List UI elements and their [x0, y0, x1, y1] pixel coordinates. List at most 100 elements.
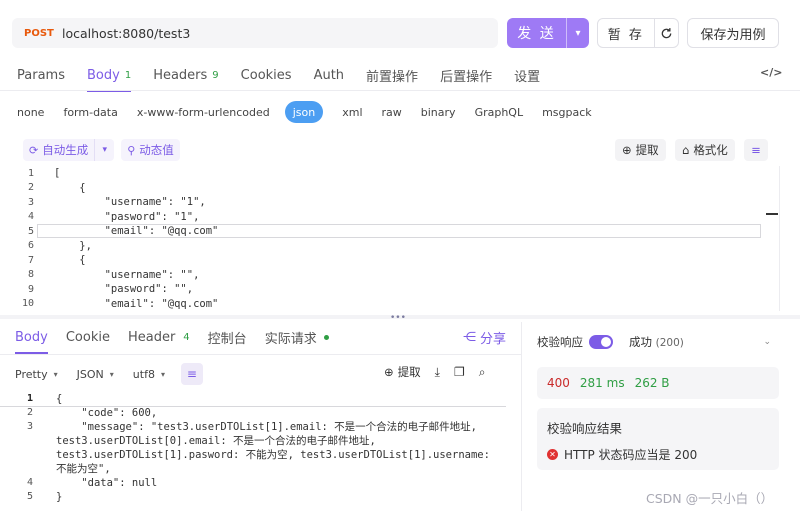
tab-headers[interactable]: Headers 9	[153, 60, 218, 90]
status-dot	[323, 334, 329, 340]
response-tabs: Body Cookie Header 4 控制台 实际请求	[0, 322, 332, 354]
body-type-form-data[interactable]: form-data	[63, 101, 117, 123]
editor-scrollbar[interactable]	[779, 166, 780, 311]
wrap-button[interactable]: ≡	[744, 139, 768, 161]
search-icon[interactable]: ⌕	[479, 365, 486, 380]
body-type-xml[interactable]: xml	[342, 101, 362, 123]
status-code: 400	[547, 376, 570, 390]
code-line-active: 5 "email": "@qq.com"	[0, 224, 780, 239]
code-line: 3 "username": "1",	[27, 196, 206, 209]
brush-icon: ⌂	[682, 143, 690, 157]
tab-body[interactable]: Body 1	[86, 60, 132, 92]
save-as-example-button[interactable]: 保存为用例	[687, 18, 779, 48]
code-line: 8 "username": "",	[27, 268, 200, 281]
extract-button[interactable]: ⊕ 提取	[384, 364, 421, 380]
tab-badge: 9	[212, 69, 219, 81]
code-line: 4 "pasword": "1",	[27, 210, 200, 223]
chevron-down-icon[interactable]: ▾	[94, 139, 115, 161]
code-line: 10 "email": "@qq.com"	[21, 297, 219, 310]
tab-auth[interactable]: Auth	[314, 60, 344, 90]
res-tab-cookie[interactable]: Cookie	[66, 322, 110, 352]
body-type-binary[interactable]: binary	[421, 101, 456, 123]
copy-icon[interactable]: ❐	[454, 365, 465, 379]
code-line: 9 "pasword": "",	[27, 283, 194, 296]
wrap-icon: ≡	[744, 139, 768, 161]
tab-settings[interactable]: 设置	[514, 60, 540, 90]
chevron-down-icon[interactable]: ▾	[566, 18, 589, 48]
extract-button[interactable]: ⊕ 提取	[615, 139, 666, 161]
body-type-graphql[interactable]: GraphQL	[475, 101, 524, 123]
send-button[interactable]: 发 送 ▾	[507, 18, 589, 48]
panel-splitter-vertical[interactable]	[521, 322, 522, 511]
code-line: 1[	[27, 167, 61, 180]
validation-result-item: ✕ HTTP 状态码应当是 200	[547, 446, 697, 463]
response-body-viewer[interactable]: 1{ 2 "code": 600, 3 "message": "test3.us…	[0, 392, 506, 511]
code-line: 7 {	[27, 254, 86, 267]
body-toolbar: ⟳ 自动生成 ▾ ⚲ 动态值	[23, 139, 180, 161]
tab-cookies[interactable]: Cookies	[241, 60, 292, 90]
validation-header: 校验响应 成功 (200) ⌄	[537, 332, 771, 352]
validation-status: 成功 (200)	[629, 335, 684, 349]
share-button[interactable]: ⋲ 分享	[463, 328, 506, 347]
divider	[0, 90, 800, 91]
tab-params[interactable]: Params	[17, 60, 65, 90]
format-select[interactable]: JSON ▾	[77, 368, 114, 381]
url-bar[interactable]: POST localhost:8080/test3	[12, 18, 498, 48]
tab-badge: 1	[124, 69, 132, 81]
download-icon[interactable]: ⤓	[435, 365, 440, 380]
auto-generate-button[interactable]: ⟳ 自动生成	[23, 139, 95, 161]
send-label[interactable]: 发 送	[507, 23, 566, 43]
chevron-down-icon[interactable]: ⌄	[763, 337, 771, 347]
view-mode-select[interactable]: Pretty ▾	[15, 368, 58, 381]
url-input[interactable]: localhost:8080/test3	[62, 26, 190, 41]
body-type-msgpack[interactable]: msgpack	[542, 101, 592, 123]
validation-result-title: 校验响应结果	[547, 421, 623, 436]
format-button[interactable]: ⌂ 格式化	[675, 139, 735, 161]
code-line: 6 },	[27, 239, 92, 252]
share-icon: ⋲	[463, 330, 476, 345]
validation-toggle[interactable]	[589, 335, 613, 349]
tab-pre-ops[interactable]: 前置操作	[366, 60, 418, 90]
chevron-down-icon: ▾	[109, 369, 114, 379]
scrollbar-thumb[interactable]	[766, 213, 778, 215]
res-tab-console[interactable]: 控制台	[208, 322, 247, 352]
drag-handle-icon[interactable]: •••	[390, 313, 406, 323]
request-body-editor[interactable]: 1[ 2 { 3 "username": "1", 4 "pasword": "…	[0, 166, 780, 311]
tab-badge: 4	[183, 331, 190, 343]
response-actions: ⊕ 提取 ⤓ ❐ ⌕	[384, 364, 485, 380]
body-type-raw[interactable]: raw	[382, 101, 402, 123]
validation-result-card: 校验响应结果 ✕ HTTP 状态码应当是 200	[537, 408, 779, 470]
body-type-selector: none form-data x-www-form-urlencoded jso…	[0, 101, 594, 123]
tab-post-ops[interactable]: 后置操作	[440, 60, 492, 90]
body-type-json[interactable]: json	[284, 101, 324, 123]
save-button[interactable]: 暂 存	[597, 18, 679, 48]
body-type-urlencoded[interactable]: x-www-form-urlencoded	[137, 101, 270, 123]
wrap-icon[interactable]: ≡	[180, 363, 203, 385]
code-line: 4 "data": null	[26, 477, 158, 489]
refresh-icon[interactable]	[653, 19, 678, 47]
code-line: 2 "code": 600,	[26, 407, 158, 419]
save-label[interactable]: 暂 存	[598, 24, 654, 43]
watermark: CSDN @一只小白（）	[646, 491, 774, 506]
chevron-down-icon: ▾	[53, 369, 58, 379]
response-size: 262 B	[634, 376, 670, 390]
dynamic-value-button[interactable]: ⚲ 动态值	[121, 139, 180, 161]
response-time: 281 ms	[579, 376, 625, 390]
refresh-icon: ⟳	[29, 143, 39, 157]
method-selector[interactable]: POST	[24, 28, 62, 39]
divider	[0, 354, 521, 355]
code-line: 5}	[26, 491, 63, 503]
request-tabs: Params Body 1 Headers 9 Cookies Auth 前置操作 …	[0, 60, 800, 92]
validation-label: 校验响应	[537, 335, 583, 349]
encoding-select[interactable]: utf8 ▾	[133, 368, 165, 381]
error-icon: ✕	[547, 449, 558, 460]
chevron-down-icon: ▾	[160, 369, 165, 379]
body-type-none[interactable]: none	[17, 101, 44, 123]
code-icon[interactable]: </>	[760, 66, 782, 82]
res-tab-body[interactable]: Body	[15, 322, 48, 354]
upload-icon: ⊕	[622, 143, 632, 157]
res-tab-header[interactable]: Header 4	[128, 322, 190, 352]
code-line: 3 "message": "test3.userDTOList[1].email…	[26, 421, 497, 475]
code-line: 2 {	[27, 181, 86, 194]
res-tab-actual-request[interactable]: 实际请求	[265, 322, 329, 352]
